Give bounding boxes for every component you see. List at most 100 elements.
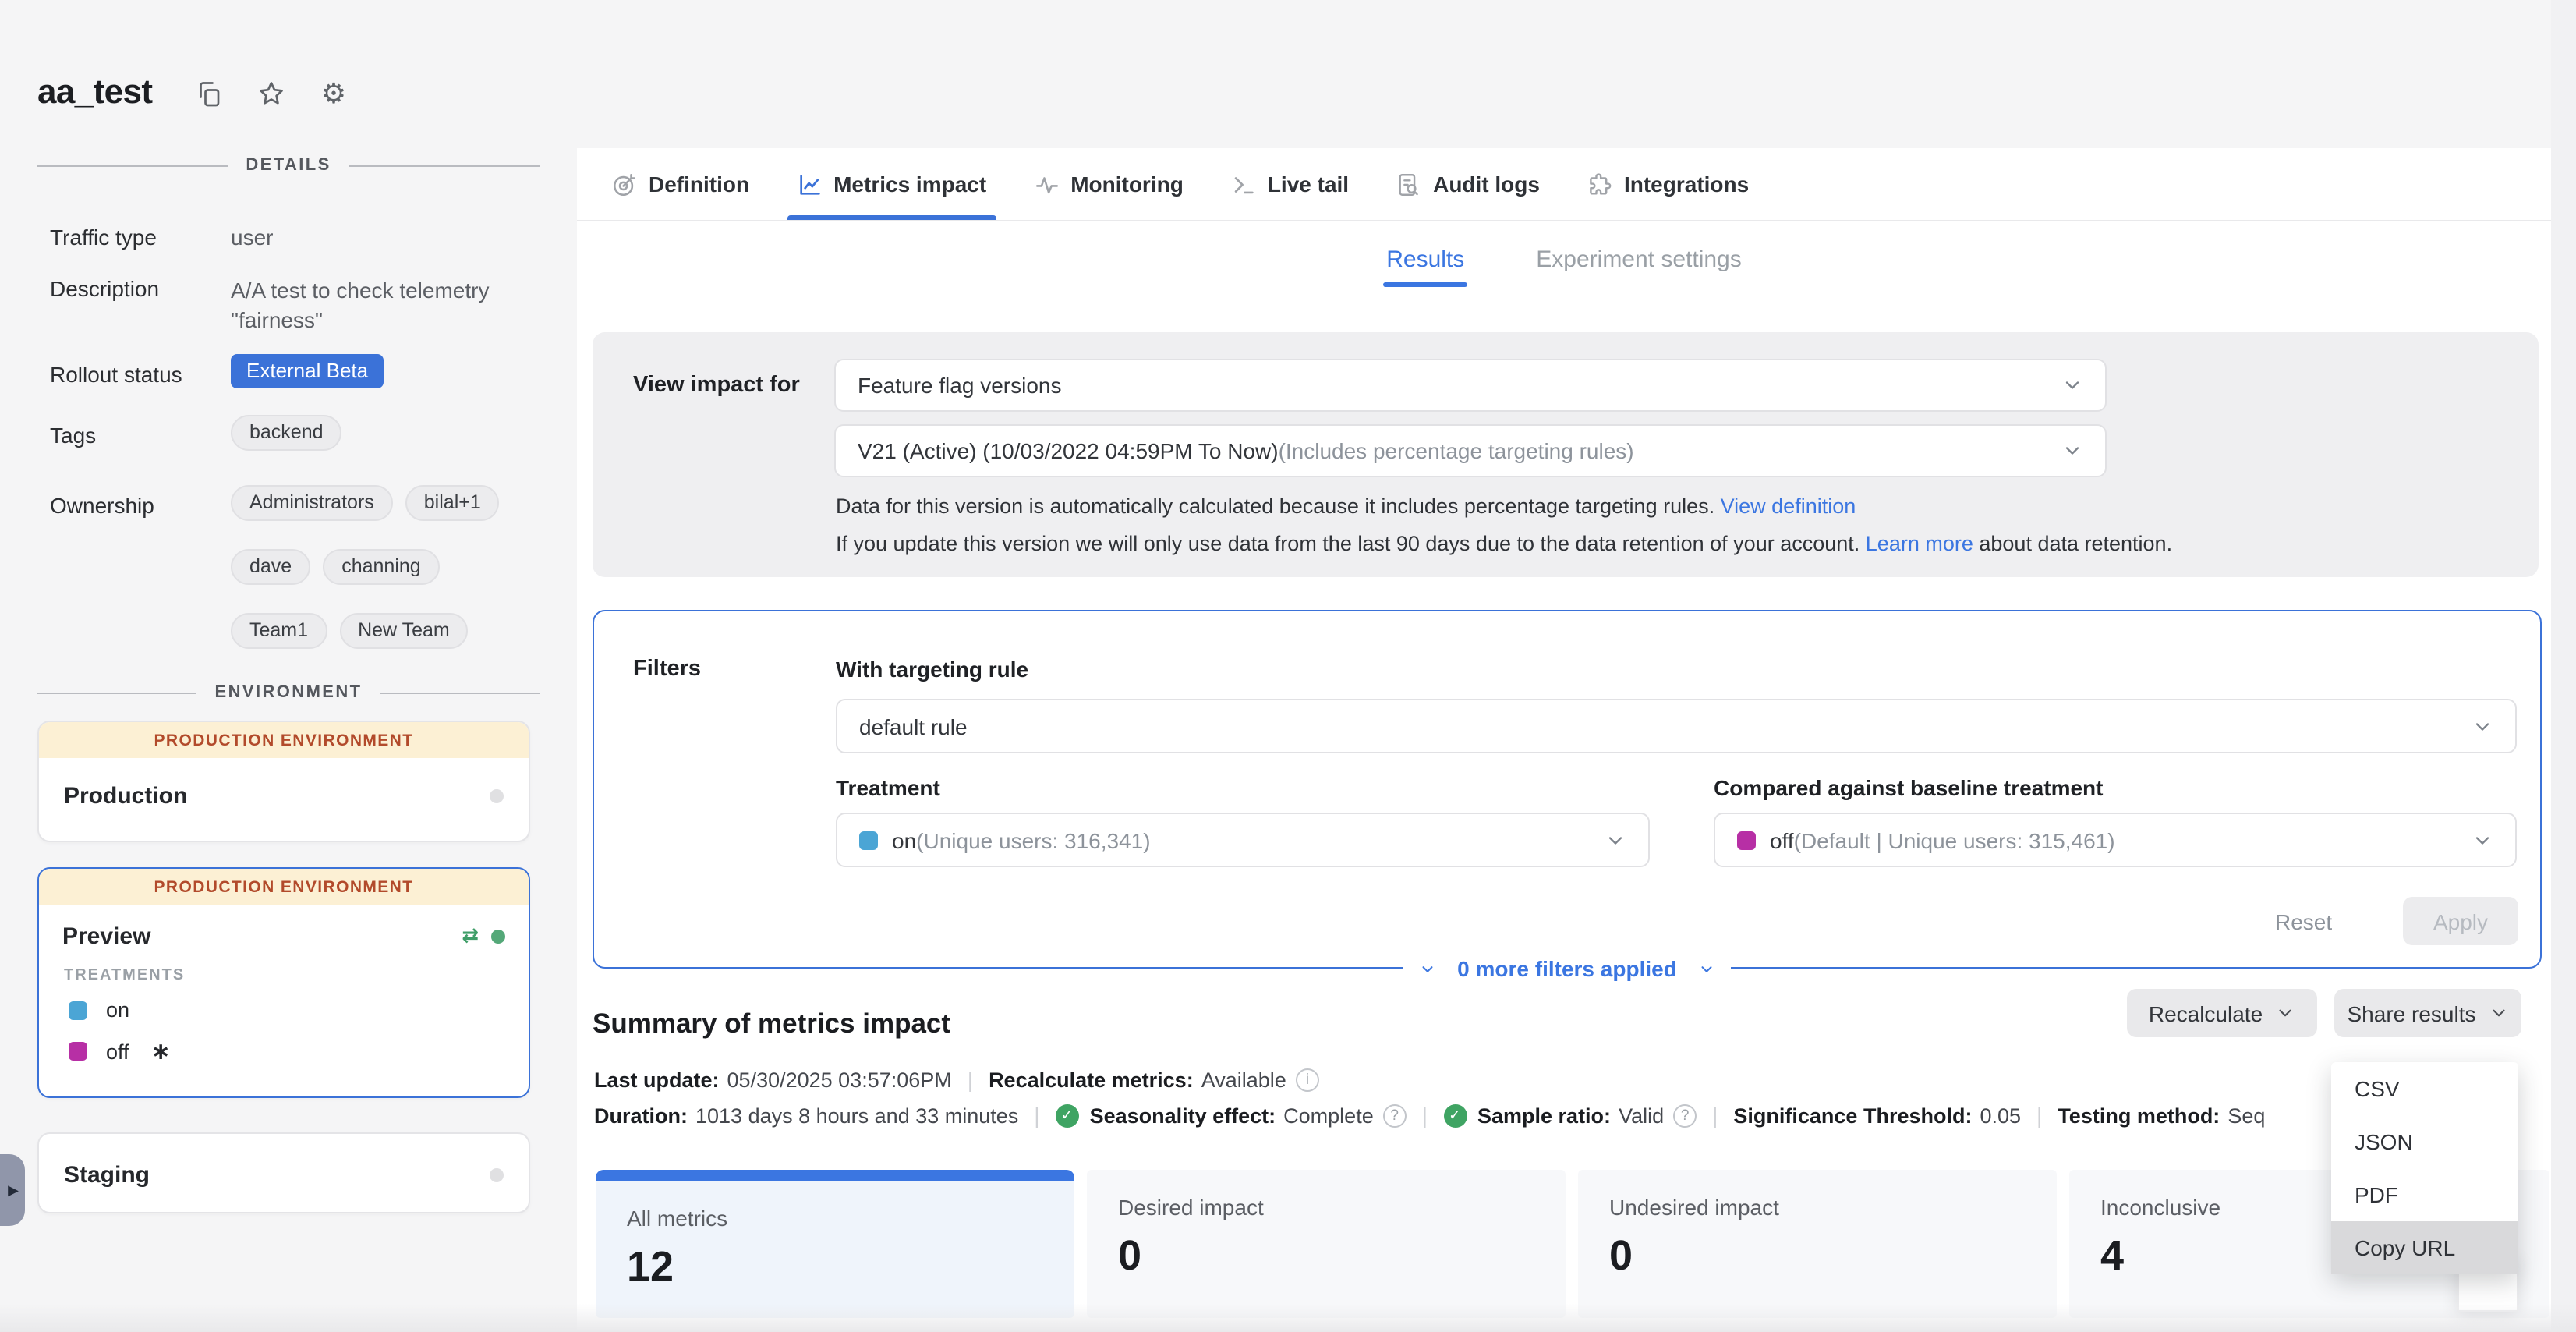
status-dot-icon xyxy=(490,788,504,802)
puzzle-icon xyxy=(1587,171,1613,197)
tab-metrics-impact[interactable]: Metrics impact xyxy=(796,148,986,220)
apply-button[interactable]: Apply xyxy=(2403,897,2518,945)
tab-live-tail[interactable]: Live tail xyxy=(1230,148,1349,220)
sample-ratio-value: Valid xyxy=(1619,1104,1664,1127)
tab-label: Definition xyxy=(649,172,749,197)
share-results-button[interactable]: Share results xyxy=(2334,989,2521,1037)
subtab-results[interactable]: Results xyxy=(1386,246,1464,287)
treatments-label: TREATMENTS xyxy=(39,964,529,984)
ownership-chip[interactable]: bilal+1 xyxy=(405,485,500,521)
chevron-down-icon xyxy=(2472,829,2493,851)
check-circle-icon: ✓ xyxy=(1443,1104,1467,1127)
sidebar-collapse-button[interactable]: ▶ xyxy=(0,1154,25,1226)
line-chart-icon xyxy=(796,171,823,197)
treatment-color-swatch xyxy=(69,1042,87,1061)
summary-meta-row-1: Last update: 05/30/2025 03:57:06PM | Rec… xyxy=(594,1067,1319,1092)
recalculate-button[interactable]: Recalculate xyxy=(2127,989,2317,1037)
swap-arrows-icon[interactable]: ⇄ xyxy=(462,923,479,948)
page: aa_test ⚙ DETAILS Traffic type user Desc… xyxy=(0,0,2576,1332)
chevron-down-icon xyxy=(2488,1003,2508,1023)
info-icon[interactable]: i xyxy=(1296,1068,1319,1091)
page-title: aa_test xyxy=(37,72,152,112)
doc-search-icon xyxy=(1396,171,1422,197)
menu-item-copy-url[interactable]: Copy URL xyxy=(2331,1221,2518,1274)
environment-name: Staging xyxy=(64,1161,150,1188)
rollout-status-badge[interactable]: External Beta xyxy=(231,354,384,388)
subtab-experiment-settings[interactable]: Experiment settings xyxy=(1536,246,1741,287)
gear-icon[interactable]: ⚙ xyxy=(318,78,349,109)
treatment-name: off xyxy=(106,1040,129,1063)
chevron-down-icon xyxy=(2061,374,2083,396)
details-heading: DETAILS xyxy=(227,156,349,175)
baseline-select[interactable]: off (Default | Unique users: 315,461) xyxy=(1714,813,2517,867)
description-value: A/A test to check telemetry "fairness" xyxy=(231,276,527,335)
default-treatment-asterisk-icon: ∗ xyxy=(151,1037,171,1065)
treatment-row: on xyxy=(39,984,529,1022)
ownership-chip[interactable]: Team1 xyxy=(231,613,327,649)
menu-item-json[interactable]: JSON xyxy=(2331,1115,2518,1168)
selected-value: V21 (Active) (10/03/2022 04:59PM To Now) xyxy=(858,438,1279,463)
metric-card-all-metrics[interactable]: All metrics 12 xyxy=(596,1170,1074,1318)
ownership-chip[interactable]: Administrators xyxy=(231,485,393,521)
results-subtab-bar: Results Experiment settings xyxy=(577,246,2551,287)
question-icon[interactable]: ? xyxy=(1383,1104,1407,1127)
treatment-name: on xyxy=(106,998,129,1022)
ownership-label: Ownership xyxy=(50,493,154,518)
treatment-color-swatch xyxy=(859,831,878,849)
star-icon[interactable] xyxy=(256,78,287,109)
view-definition-link[interactable]: View definition xyxy=(1721,494,1856,518)
menu-item-csv[interactable]: CSV xyxy=(2331,1062,2518,1115)
chevron-right-icon: ▶ xyxy=(8,1181,19,1199)
tab-monitoring[interactable]: Monitoring xyxy=(1033,148,1184,220)
traffic-type-label: Traffic type xyxy=(50,225,157,250)
environment-card-staging[interactable]: Staging xyxy=(37,1132,530,1213)
selected-value-note: (Includes percentage targeting rules) xyxy=(1279,438,1634,463)
tab-label: Metrics impact xyxy=(833,172,986,197)
metric-card-desired-impact[interactable]: Desired impact 0 xyxy=(1087,1170,1566,1318)
learn-more-link[interactable]: Learn more xyxy=(1866,532,1973,555)
more-filters-toggle[interactable]: 0 more filters applied xyxy=(593,956,2542,981)
testing-method-value: Seq xyxy=(2227,1104,2265,1127)
impact-source-select[interactable]: Feature flag versions xyxy=(834,359,2107,412)
metric-card-value: 12 xyxy=(627,1243,1074,1291)
environment-card-preview[interactable]: PRODUCTION ENVIRONMENT Preview ⇄ TREATME… xyxy=(37,867,530,1098)
metric-card-value: 0 xyxy=(1609,1232,2057,1281)
version-select[interactable]: V21 (Active) (10/03/2022 04:59PM To Now)… xyxy=(834,424,2107,477)
version-note-1: Data for this version is automatically c… xyxy=(836,494,1856,518)
question-icon[interactable]: ? xyxy=(1673,1104,1697,1127)
tag-chip[interactable]: backend xyxy=(231,415,342,451)
metric-card-undesired-impact[interactable]: Undesired impact 0 xyxy=(1578,1170,2057,1318)
duration-value: 1013 days 8 hours and 33 minutes xyxy=(695,1104,1018,1127)
traffic-type-value: user xyxy=(231,225,273,250)
sample-ratio-label: Sample ratio: xyxy=(1477,1104,1611,1127)
target-icon xyxy=(611,171,638,197)
right-gutter xyxy=(2551,0,2576,1332)
treatment-label: Treatment xyxy=(836,775,940,800)
terminal-icon xyxy=(1230,171,1257,197)
targeting-rule-select[interactable]: default rule xyxy=(836,699,2517,753)
selected-value: on xyxy=(892,827,916,852)
copy-icon[interactable] xyxy=(193,78,225,109)
reset-button[interactable]: Reset xyxy=(2275,909,2332,934)
ownership-chip[interactable]: channing xyxy=(323,549,440,585)
selected-value: Feature flag versions xyxy=(858,373,1061,398)
targeting-rule-label: With targeting rule xyxy=(836,657,1028,682)
duration-label: Duration: xyxy=(594,1104,688,1127)
selected-value-note: (Unique users: 316,341) xyxy=(916,827,1150,852)
tab-definition[interactable]: Definition xyxy=(611,148,749,220)
share-results-label: Share results xyxy=(2348,1001,2476,1026)
tab-audit-logs[interactable]: Audit logs xyxy=(1396,148,1540,220)
seasonality-label: Seasonality effect: xyxy=(1090,1104,1276,1127)
view-impact-label: View impact for xyxy=(633,373,800,398)
tab-integrations[interactable]: Integrations xyxy=(1587,148,1749,220)
chevron-down-icon xyxy=(2275,1003,2295,1023)
seasonality-value: Complete xyxy=(1283,1104,1374,1127)
selected-value: default rule xyxy=(859,714,968,739)
treatment-select[interactable]: on (Unique users: 316,341) xyxy=(836,813,1650,867)
environment-card-production[interactable]: PRODUCTION ENVIRONMENT Production xyxy=(37,721,530,842)
production-environment-banner: PRODUCTION ENVIRONMENT xyxy=(39,722,529,758)
environment-section-header: ENVIRONMENT xyxy=(37,683,540,702)
ownership-chip[interactable]: dave xyxy=(231,549,310,585)
menu-item-pdf[interactable]: PDF xyxy=(2331,1168,2518,1221)
ownership-chip[interactable]: New Team xyxy=(339,613,469,649)
